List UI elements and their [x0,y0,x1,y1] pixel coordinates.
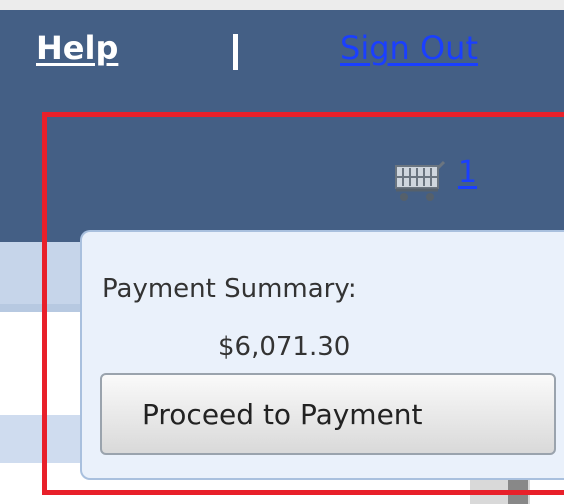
nav-divider [233,34,238,70]
top-nav: Help Sign Out [0,10,564,98]
proceed-to-payment-button[interactable]: Proceed to Payment [100,373,556,455]
payment-summary-popup: Payment Summary: $6,071.30 Proceed to Pa… [80,230,564,480]
shopping-cart-icon[interactable] [390,160,446,204]
top-strip [0,0,564,10]
cart-count-link[interactable]: 1 [458,158,477,188]
cart-widget[interactable] [390,160,460,204]
page-fragment-dark [508,480,528,504]
sign-out-link[interactable]: Sign Out [340,32,478,64]
help-link[interactable]: Help [36,32,118,64]
payment-amount: $6,071.30 [218,332,351,362]
payment-summary-label: Payment Summary: [102,274,357,304]
